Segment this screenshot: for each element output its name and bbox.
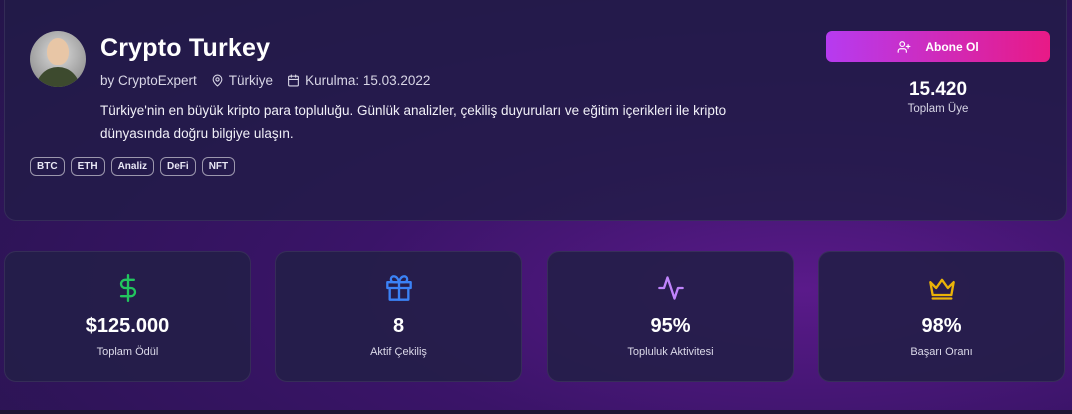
tag-btc[interactable]: BTC <box>30 157 65 176</box>
tag-analiz[interactable]: Analiz <box>110 157 155 176</box>
dollar-icon <box>119 274 136 302</box>
avatar <box>30 31 86 87</box>
member-count: 15.420 <box>908 79 968 100</box>
tag-eth[interactable]: ETH <box>70 157 105 176</box>
subscribe-label: Abone Ol <box>925 39 979 54</box>
stat-label: Toplam Ödül <box>96 346 159 358</box>
stat-label: Aktif Çekiliş <box>370 346 427 358</box>
stat-card-total-prize: $125.000 Toplam Ödül <box>4 251 251 382</box>
gift-icon <box>385 275 412 301</box>
crown-icon <box>928 278 955 300</box>
calendar-icon <box>288 74 299 87</box>
member-stats: 15.420 Toplam Üye <box>826 79 1050 115</box>
location: Türkiye <box>211 73 273 88</box>
tag-defi[interactable]: DeFi <box>160 157 196 176</box>
stat-value: 95% <box>650 315 691 337</box>
stat-label: Topluluk Aktivitesi <box>627 346 714 358</box>
stat-value: 98% <box>921 315 962 337</box>
user-plus-icon <box>897 40 911 53</box>
community-header-card: Crypto Turkey by CryptoExpert Türkiye Ku… <box>4 0 1067 221</box>
community-meta: by CryptoExpert Türkiye Kurulma: 15.03.2… <box>100 73 430 88</box>
founded-date: Kurulma: 15.03.2022 <box>287 73 430 88</box>
community-title: Crypto Turkey <box>100 34 271 62</box>
stat-card-community-activity: 95% Topluluk Aktivitesi <box>547 251 794 382</box>
map-pin-icon <box>212 74 223 87</box>
tag-list: BTC ETH Analiz DeFi NFT <box>30 157 236 176</box>
stat-value: $125.000 <box>85 315 170 337</box>
tag-nft[interactable]: NFT <box>201 157 236 176</box>
location-text: Türkiye <box>228 73 274 88</box>
activity-icon <box>657 276 684 300</box>
member-count-label: Toplam Üye <box>907 103 969 115</box>
author-text: by CryptoExpert <box>100 73 197 88</box>
stat-value: 8 <box>392 315 405 337</box>
stat-card-success-rate: 98% Başarı Oranı <box>818 251 1065 382</box>
subscribe-button[interactable]: Abone Ol <box>826 31 1050 62</box>
community-description: Türkiye'nin en büyük kripto para toplulu… <box>100 103 727 141</box>
bottom-divider <box>0 410 1072 414</box>
stat-card-active-giveaways: 8 Aktif Çekiliş <box>275 251 522 382</box>
founded-text: Kurulma: 15.03.2022 <box>305 73 431 88</box>
stat-label: Başarı Oranı <box>910 346 973 358</box>
